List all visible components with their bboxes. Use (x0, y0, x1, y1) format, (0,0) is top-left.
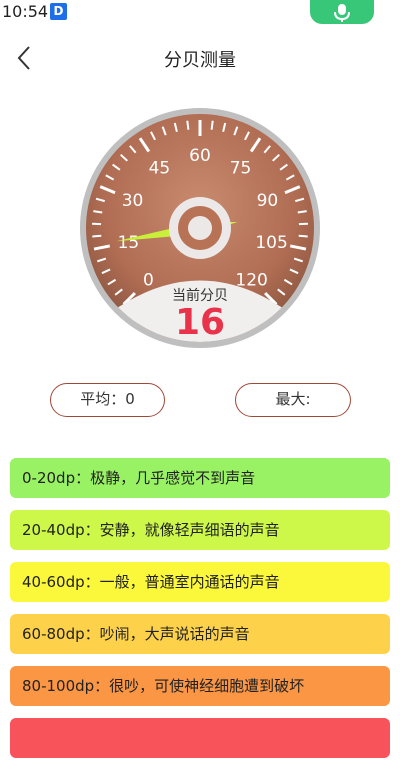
gauge-minor-tick (92, 236, 101, 237)
noise-level-item: 40-60dp：一般，普通室内通话的声音 (10, 562, 390, 602)
gauge-tick-label: 105 (255, 233, 287, 253)
noise-level-item: 20-40dp：安静，就像轻声细语的声音 (10, 510, 390, 550)
gauge-minor-tick (212, 121, 213, 130)
gauge-minor-tick (187, 121, 188, 130)
noise-level-item: 80-100dp：很吵，可使神经细胞遭到破坏 (10, 666, 390, 706)
gauge-minor-tick (93, 211, 102, 212)
gauge-tick-label: 90 (257, 191, 279, 211)
gauge-minor-tick (299, 236, 308, 237)
status-time: 10:54 (2, 2, 48, 21)
status-bar: 10:54 D (0, 0, 400, 24)
gauge-hub-center (188, 216, 212, 240)
microphone-icon (310, 0, 374, 24)
gauge-tick-label: 45 (149, 158, 171, 178)
gauge-tick-label: 30 (122, 191, 144, 211)
gauge-tick-label: 60 (189, 146, 211, 166)
max-decibel-button[interactable]: 最大: (235, 383, 351, 417)
header: 分贝测量 (0, 36, 400, 80)
noise-level-list: 0-20dp：极静，几乎感觉不到声音 20-40dp：安静，就像轻声细语的声音 40… (10, 458, 390, 770)
app-badge-icon: D (50, 3, 67, 20)
noise-level-item: 0-20dp：极静，几乎感觉不到声音 (10, 458, 390, 498)
average-decibel-button[interactable]: 平均：0 (50, 383, 165, 417)
gauge-minor-tick (298, 211, 307, 212)
noise-level-item: 60-80dp：吵闹，大声说话的声音 (10, 614, 390, 654)
current-decibel-value: 16 (80, 302, 320, 343)
microphone-indicator[interactable] (310, 0, 374, 24)
gauge-tick-label: 15 (118, 233, 140, 253)
page-title: 分贝测量 (0, 46, 400, 72)
noise-level-item (10, 718, 390, 758)
gauge-tick-label: 75 (230, 158, 252, 178)
